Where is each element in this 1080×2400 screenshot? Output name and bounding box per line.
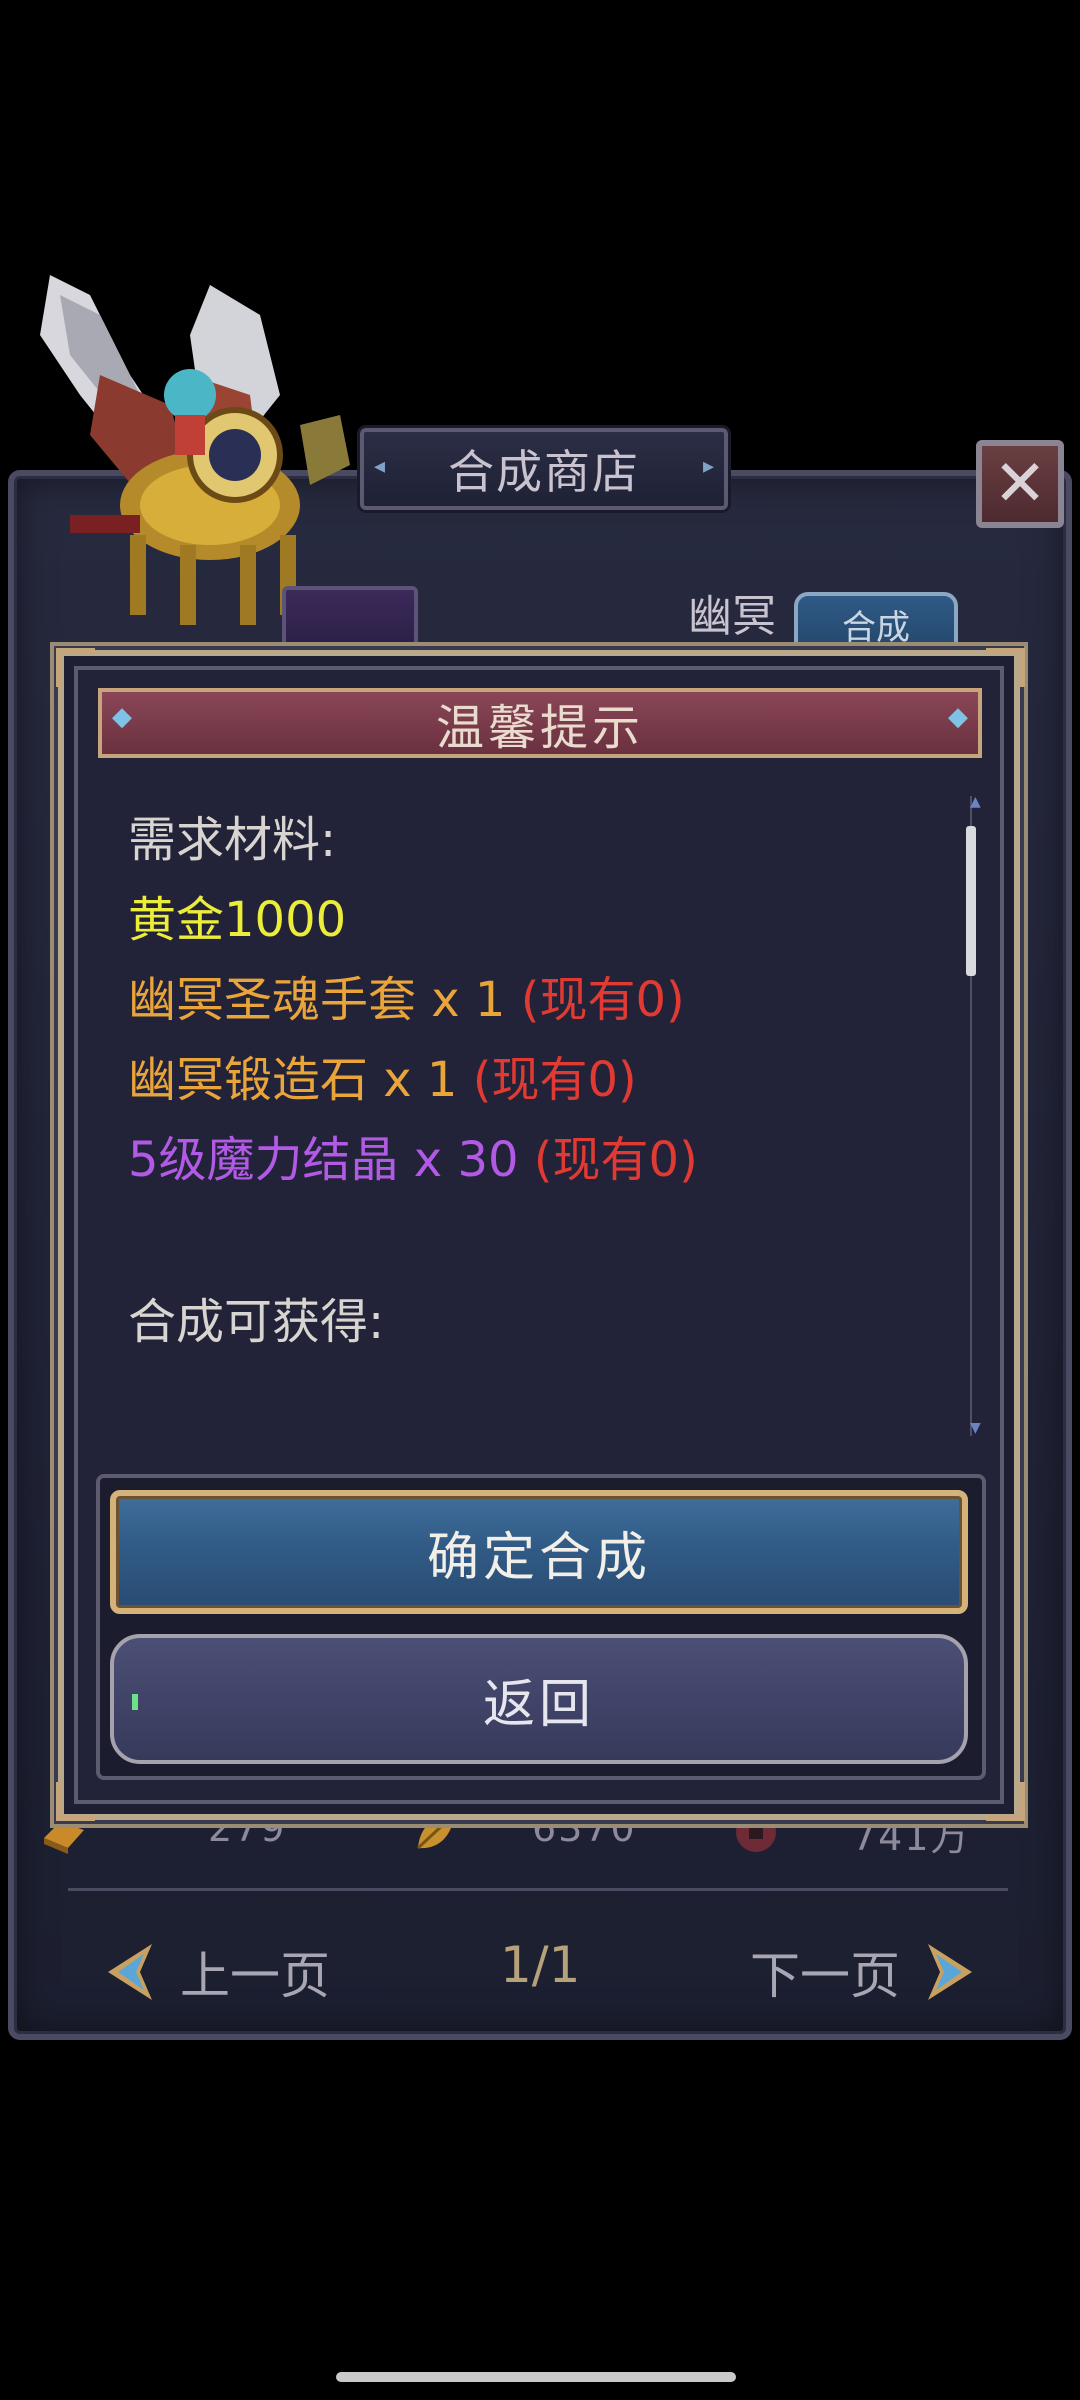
next-page-label: 下一页 xyxy=(750,1947,900,2005)
back-label: 返回 xyxy=(482,1674,595,1735)
frame-corner-ornament xyxy=(56,648,95,687)
prev-arrow-icon xyxy=(108,1944,152,2000)
gem-icon: ◆ xyxy=(948,702,968,732)
shop-item-name: 幽冥 xyxy=(688,591,776,642)
next-arrow-icon xyxy=(928,1944,972,2000)
divider xyxy=(68,1888,1008,1891)
home-indicator[interactable] xyxy=(336,2372,736,2382)
shop-title-plate: ◂ 合成商店 ▸ xyxy=(360,428,728,510)
prev-page-label: 上一页 xyxy=(180,1947,330,2005)
item-slot[interactable] xyxy=(282,586,418,656)
dialog-header: ◆ 温馨提示 ◆ xyxy=(98,688,982,758)
next-page-button[interactable]: 下一页 xyxy=(750,1936,980,2008)
requirement-gold: 黄金1000 xyxy=(128,892,347,948)
dialog-content: 需求材料: 黄金1000 幽冥圣魂手套 x 1 (现有0) 幽冥锻造石 x 1 … xyxy=(128,800,948,1440)
requirements-heading: 需求材料: xyxy=(128,812,337,868)
scroll-down-arrow-icon[interactable]: ▼ xyxy=(970,1420,986,1436)
requirement-forging-stone: 幽冥锻造石 x 1 (现有0) xyxy=(128,1052,637,1108)
prev-page-button[interactable]: 上一页 xyxy=(100,1936,330,2008)
scroll-up-arrow-icon[interactable]: ▲ xyxy=(970,794,986,810)
frame-corner-ornament xyxy=(986,648,1025,687)
close-icon: ✕ xyxy=(993,447,1047,521)
frame-corner-ornament xyxy=(986,1782,1025,1821)
confirm-synthesize-button[interactable]: 确定合成 xyxy=(110,1490,968,1614)
requirement-magic-crystal: 5级魔力结晶 x 30 (现有0) xyxy=(128,1132,698,1188)
back-button[interactable]: 返回 xyxy=(110,1634,968,1764)
dialog-title: 温馨提示 xyxy=(435,700,644,756)
shop-title: 合成商店 xyxy=(448,445,640,499)
page-indicator: 1/1 xyxy=(500,1936,581,1994)
scroll-thumb[interactable] xyxy=(966,826,976,976)
game-screen: ◂ 合成商店 ▸ ✕ 幽冥 合成 279 6370 741万 上一页 1/1 下… xyxy=(0,0,1080,2400)
right-ornament-icon: ▸ xyxy=(702,454,714,479)
gem-icon: ◆ xyxy=(112,702,132,732)
indicator-light xyxy=(132,1694,138,1710)
confirm-synthesize-label: 确定合成 xyxy=(426,1527,651,1588)
frame-corner-ornament xyxy=(56,1782,95,1821)
pager: 上一页 1/1 下一页 xyxy=(100,1930,980,2010)
close-button[interactable]: ✕ xyxy=(976,440,1064,528)
requirement-gloves: 幽冥圣魂手套 x 1 (现有0) xyxy=(128,972,685,1028)
rewards-heading: 合成可获得: xyxy=(128,1294,385,1350)
